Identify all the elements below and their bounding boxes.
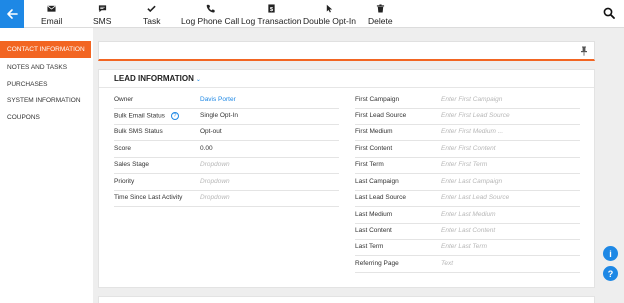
pin-icon[interactable] (580, 46, 588, 56)
field-label: Last Term (355, 243, 384, 250)
field-owner: Owner Davis Porter (114, 93, 339, 109)
sms-button[interactable]: SMS (93, 3, 111, 26)
log-phone-call-button[interactable]: Log Phone Call (181, 3, 239, 26)
field-last-content: Last Content Enter Last Content (355, 224, 580, 240)
field-label: First Medium (355, 128, 393, 135)
field-label: First Campaign (355, 96, 400, 103)
first-campaign-input[interactable]: Enter First Campaign (441, 96, 502, 103)
field-label: Owner (114, 96, 134, 103)
referring-page-input[interactable]: Text (441, 260, 453, 267)
next-section-card (98, 296, 595, 303)
field-first-campaign: First Campaign Enter First Campaign (355, 93, 580, 109)
delete-label: Delete (368, 16, 393, 26)
phone-icon (206, 4, 215, 13)
field-label: Last Content (355, 227, 392, 234)
double-opt-in-button[interactable]: Double Opt-In (303, 3, 356, 26)
search-icon[interactable] (603, 7, 615, 19)
time-since-last-activity-dropdown[interactable]: Dropdown (200, 194, 230, 201)
field-label: First Term (355, 161, 384, 168)
field-last-campaign: Last Campaign Enter Last Campaign (355, 175, 580, 191)
first-lead-source-input[interactable]: Enter First Lead Source (441, 112, 510, 119)
double-opt-in-label: Double Opt-In (303, 16, 356, 26)
lead-information-toggle[interactable]: LEAD INFORMATION ⌄ (114, 74, 201, 83)
field-last-lead-source: Last Lead Source Enter Last Lead Source (355, 191, 580, 207)
section-divider (99, 87, 594, 88)
field-label: Time Since Last Activity (114, 194, 183, 201)
sales-stage-dropdown[interactable]: Dropdown (200, 161, 230, 168)
field-time-since-last-activity: Time Since Last Activity Dropdown (114, 191, 339, 207)
owner-link[interactable]: Davis Porter (200, 96, 236, 103)
last-lead-source-input[interactable]: Enter Last Lead Source (441, 194, 509, 201)
email-button[interactable]: Email (41, 3, 62, 26)
back-arrow-icon (7, 9, 18, 19)
field-label: Last Lead Source (355, 194, 406, 201)
pinned-fields-bar (98, 41, 595, 61)
field-label: Sales Stage (114, 161, 150, 168)
score-value[interactable]: 0.00 (200, 145, 213, 152)
transaction-icon: $ (268, 3, 275, 12)
field-first-content: First Content Enter First Content (355, 142, 580, 158)
bulk-sms-status-value[interactable]: Opt-out (200, 128, 222, 135)
help-icon[interactable]: ? (603, 266, 618, 281)
log-transaction-button[interactable]: $ Log Transaction (241, 3, 301, 26)
log-phone-call-label: Log Phone Call (181, 16, 240, 26)
sms-label: SMS (93, 16, 112, 26)
email-icon (47, 5, 56, 12)
info-icon[interactable]: i (603, 246, 618, 261)
field-label: Priority (114, 178, 135, 185)
sidebar-item-contact-information[interactable]: CONTACT INFORMATION (0, 41, 91, 58)
field-label: Score (114, 145, 131, 152)
field-label: Last Campaign (355, 178, 399, 185)
field-priority: Priority Dropdown (114, 175, 339, 191)
sidebar-item-system-information[interactable]: SYSTEM INFORMATION (0, 92, 91, 109)
field-label: Last Medium (355, 211, 393, 218)
delete-button[interactable]: Delete (368, 3, 393, 26)
chevron-down-icon: ⌄ (195, 77, 201, 83)
top-toolbar: Email SMS Task Log Phone Call $ Log Tran… (0, 0, 624, 28)
field-sales-stage: Sales Stage Dropdown (114, 158, 339, 174)
cursor-icon (326, 4, 333, 12)
sidebar-item-coupons[interactable]: COUPONS (0, 109, 91, 126)
first-content-input[interactable]: Enter First Content (441, 145, 496, 152)
help-icon[interactable]: ? (170, 112, 179, 120)
last-medium-input[interactable]: Enter Last Medium (441, 211, 496, 218)
sidebar-item-purchases[interactable]: PURCHASES (0, 76, 91, 93)
sidebar: CONTACT INFORMATION NOTES AND TASKS PURC… (0, 28, 93, 303)
trash-icon (376, 3, 384, 13)
sms-icon (98, 4, 106, 12)
lead-information-card: LEAD INFORMATION ⌄ Owner Davis Porter Bul… (98, 69, 595, 288)
field-first-medium: First Medium Enter First Medium ... (355, 125, 580, 141)
priority-dropdown[interactable]: Dropdown (200, 178, 230, 185)
section-title: LEAD INFORMATION (114, 74, 194, 83)
back-button[interactable] (0, 0, 24, 28)
check-icon (147, 5, 156, 12)
log-transaction-label: Log Transaction (241, 16, 302, 26)
field-first-term: First Term Enter First Term (355, 158, 580, 174)
email-label: Email (41, 16, 63, 26)
last-term-input[interactable]: Enter Last Term (441, 243, 487, 250)
field-label: Bulk SMS Status (114, 128, 163, 135)
field-label: Referring Page (355, 260, 399, 267)
field-bulk-email-status: Bulk Email Status? Single Opt-In (114, 109, 339, 125)
first-medium-input[interactable]: Enter First Medium ... (441, 128, 503, 135)
bulk-email-status-value[interactable]: Single Opt-In (200, 112, 238, 119)
sidebar-item-notes-and-tasks[interactable]: NOTES AND TASKS (0, 59, 91, 76)
last-campaign-input[interactable]: Enter Last Campaign (441, 178, 502, 185)
field-last-term: Last Term Enter Last Term (355, 240, 580, 256)
last-content-input[interactable]: Enter Last Content (441, 227, 495, 234)
field-label: Bulk Email Status? (114, 112, 179, 120)
field-bulk-sms-status: Bulk SMS Status Opt-out (114, 125, 339, 141)
field-first-lead-source: First Lead Source Enter First Lead Sourc… (355, 109, 580, 125)
field-label: First Lead Source (355, 112, 407, 119)
field-score: Score 0.00 (114, 142, 339, 158)
task-label: Task (143, 16, 161, 26)
field-label: First Content (355, 145, 393, 152)
field-last-medium: Last Medium Enter Last Medium (355, 208, 580, 224)
task-button[interactable]: Task (143, 3, 160, 26)
field-referring-page: Referring Page Text (355, 257, 580, 273)
first-term-input[interactable]: Enter First Term (441, 161, 487, 168)
